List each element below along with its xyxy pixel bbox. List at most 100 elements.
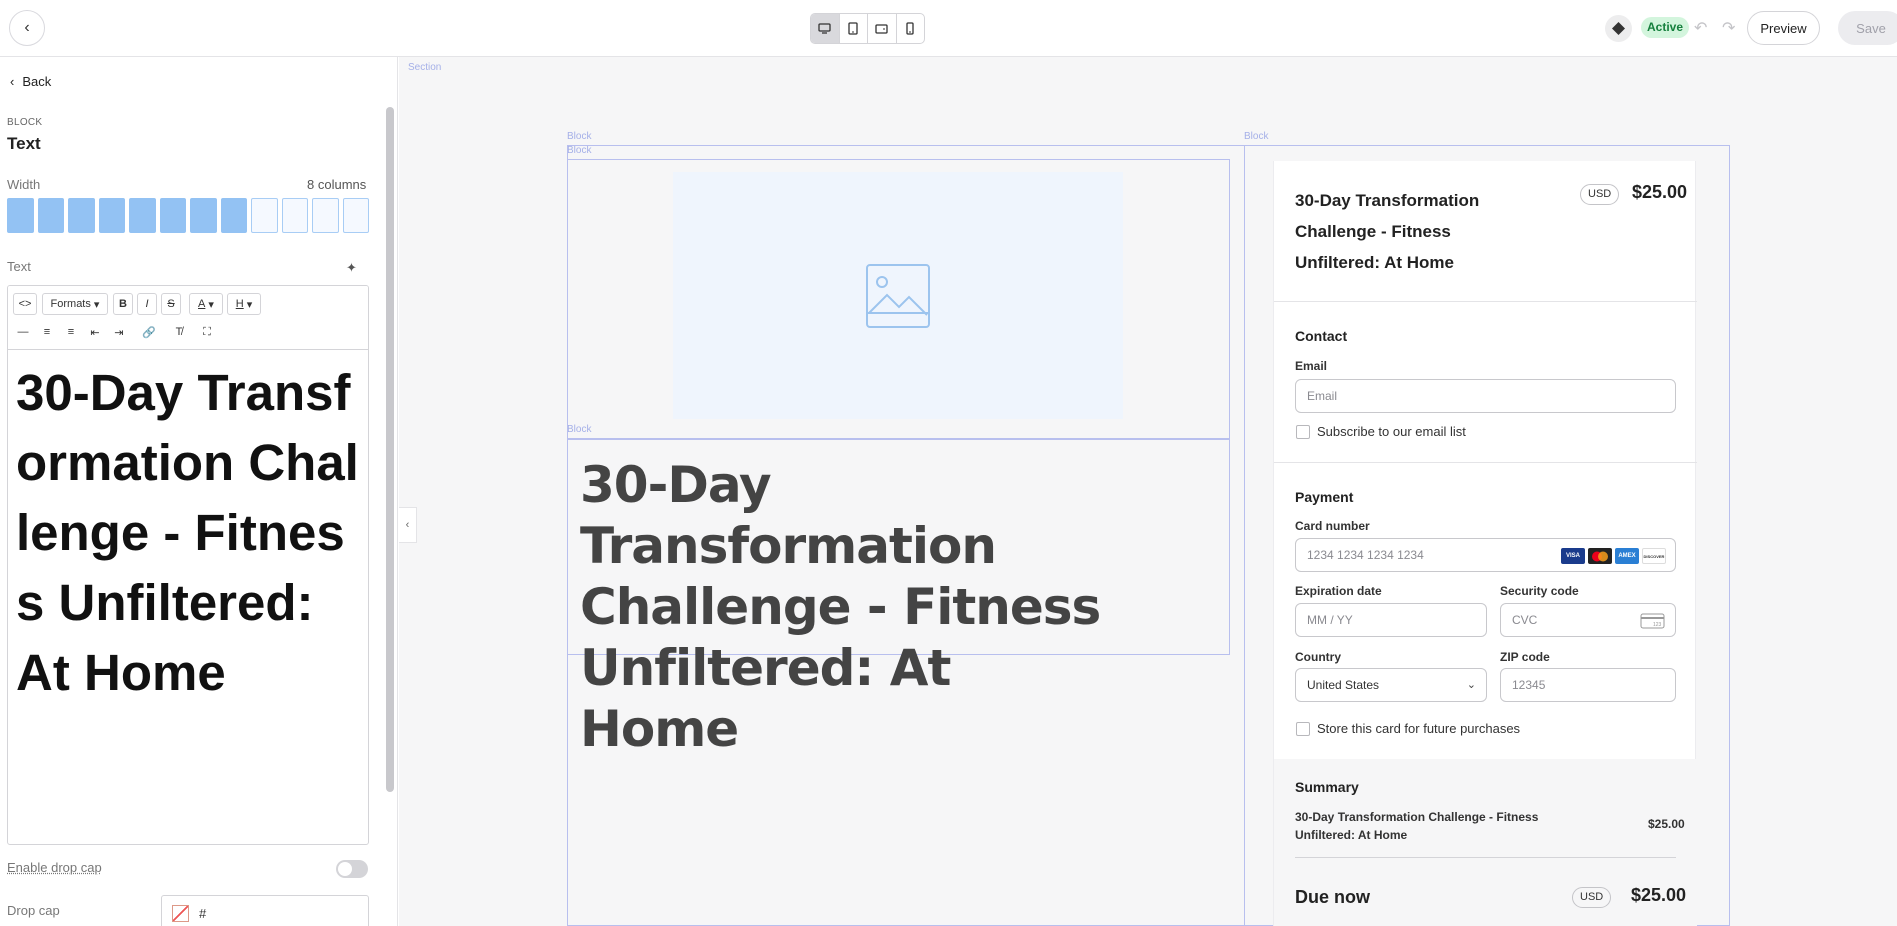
- tablet-icon: [848, 22, 858, 35]
- desktop-icon: [818, 23, 831, 34]
- card-number-field[interactable]: 1234 1234 1234 1234 VISA AMEX DISCOVER: [1295, 538, 1676, 572]
- country-select[interactable]: United States ⌄: [1295, 668, 1487, 702]
- back-label: Back: [22, 74, 52, 89]
- text-color-icon[interactable]: A ▾: [189, 293, 223, 315]
- column-cell[interactable]: [129, 198, 156, 233]
- svg-text:123: 123: [1653, 622, 1662, 628]
- section-tag: Section: [408, 62, 442, 73]
- summary-item-price: $25.00: [1648, 817, 1685, 831]
- chevron-left-icon: ‹: [24, 19, 30, 36]
- indent-icon[interactable]: ⇥: [109, 321, 129, 343]
- column-cell[interactable]: [190, 198, 217, 233]
- horizontal-rule-icon[interactable]: —: [13, 321, 33, 343]
- source-code-icon[interactable]: <>: [13, 293, 37, 315]
- editor-toolbar: <> Formats ▾ B I S A ▾ H ▾ — ≡ ≡ ⇤ ⇥ 🔗 T…: [8, 286, 368, 350]
- formats-dropdown[interactable]: Formats ▾: [42, 293, 108, 315]
- column-cell[interactable]: [281, 198, 308, 233]
- column-cell[interactable]: [159, 198, 186, 233]
- drop-cap-color-input[interactable]: #: [161, 895, 369, 926]
- expiration-field[interactable]: MM / YY: [1295, 603, 1487, 637]
- column-cell[interactable]: [7, 198, 34, 233]
- rich-text-editor[interactable]: <> Formats ▾ B I S A ▾ H ▾ — ≡ ≡ ⇤ ⇥ 🔗 T…: [7, 285, 369, 845]
- column-cell[interactable]: [342, 198, 369, 233]
- block-tag: Block: [1244, 131, 1269, 142]
- store-card-label: Store this card for future purchases: [1317, 721, 1521, 736]
- bold-icon[interactable]: B: [113, 293, 133, 315]
- chevron-down-icon: ⌄: [1466, 679, 1476, 691]
- security-code-placeholder: CVC: [1512, 613, 1538, 627]
- subscribe-checkbox[interactable]: [1296, 425, 1310, 439]
- chevron-left-icon: ‹: [405, 519, 410, 531]
- fullscreen-icon[interactable]: ⛶: [197, 321, 217, 343]
- column-cell[interactable]: [251, 198, 278, 233]
- save-button[interactable]: Save: [1838, 11, 1897, 45]
- column-cell[interactable]: [68, 198, 95, 233]
- top-bar: ‹ Active ↶ ↷ Preview Save: [0, 0, 1897, 57]
- block-title: Text: [7, 134, 41, 153]
- formats-label: Formats: [50, 298, 91, 310]
- due-price: $25.00: [1631, 885, 1687, 905]
- redo-icon[interactable]: ↷: [1722, 18, 1735, 38]
- checkout-form: 30-Day Transformation Challenge - Fitnes…: [1273, 161, 1697, 926]
- outdent-icon[interactable]: ⇤: [85, 321, 105, 343]
- email-field[interactable]: Email: [1295, 379, 1676, 413]
- payment-heading: Payment: [1295, 489, 1354, 505]
- mobile-view-button[interactable]: [897, 14, 925, 43]
- drop-cap-value: #: [199, 905, 207, 921]
- text-label: Text: [7, 259, 31, 274]
- due-currency-badge: USD: [1572, 887, 1612, 908]
- image-placeholder[interactable]: [673, 172, 1123, 419]
- editor-content[interactable]: 30-Day Transformation Challenge - Fitnes…: [8, 350, 368, 716]
- columns-count: 8 columns: [307, 177, 367, 192]
- column-cell[interactable]: [98, 198, 125, 233]
- column-cell[interactable]: [37, 198, 64, 233]
- summary-heading: Summary: [1295, 779, 1359, 795]
- tablet-landscape-icon: [875, 23, 888, 34]
- mastercard-icon: [1588, 548, 1612, 564]
- zip-field[interactable]: 12345: [1500, 668, 1676, 702]
- magic-wand-icon[interactable]: ✦: [346, 260, 357, 276]
- drop-cap-toggle-label: Enable drop cap: [7, 860, 102, 875]
- numbered-list-icon[interactable]: ≡: [61, 321, 81, 343]
- product-price: $25.00: [1632, 182, 1688, 202]
- summary-item: 30-Day Transformation Challenge - Fitnes…: [1295, 810, 1539, 842]
- italic-icon[interactable]: I: [137, 293, 157, 315]
- settings-sidebar: ‹ Back BLOCK Text Width 8 columns Text ✦ …: [0, 57, 398, 926]
- brand-logo-icon[interactable]: [1605, 15, 1632, 42]
- visa-icon: VISA: [1561, 548, 1585, 564]
- tablet-view-button[interactable]: [840, 14, 868, 43]
- link-icon[interactable]: 🔗: [139, 321, 159, 343]
- column-cell[interactable]: [312, 198, 339, 233]
- security-code-field[interactable]: CVC 123: [1500, 603, 1676, 637]
- divider: [1274, 301, 1697, 302]
- column-width-selector[interactable]: [7, 198, 369, 233]
- clear-formatting-icon[interactable]: T̸: [169, 321, 189, 343]
- column-cell[interactable]: [220, 198, 247, 233]
- collapse-sidebar-button[interactable]: ‹: [399, 507, 417, 543]
- page-heading[interactable]: 30-Day Transformation Challenge - Fitnes…: [580, 455, 1120, 760]
- store-card-checkbox[interactable]: [1296, 722, 1310, 736]
- preview-button[interactable]: Preview: [1747, 11, 1820, 45]
- card-number-placeholder: 1234 1234 1234 1234: [1307, 548, 1424, 562]
- page-canvas: Section ‹ Block Block Block Block 30-Day…: [399, 57, 1897, 926]
- drop-cap-label: Drop cap: [7, 903, 60, 918]
- sidebar-scrollbar[interactable]: [386, 107, 394, 792]
- drop-cap-toggle[interactable]: [336, 860, 368, 878]
- bullet-list-icon[interactable]: ≡: [37, 321, 57, 343]
- cvc-card-icon: 123: [1640, 613, 1665, 629]
- undo-icon[interactable]: ↶: [1694, 18, 1707, 38]
- block-caption: BLOCK: [7, 117, 43, 128]
- highlight-color-icon[interactable]: H ▾: [227, 293, 261, 315]
- back-link[interactable]: ‹ Back: [10, 74, 51, 89]
- expiration-label: Expiration date: [1295, 584, 1382, 598]
- desktop-view-button[interactable]: [811, 14, 840, 43]
- product-title: 30-Day Transformation Challenge - Fitnes…: [1295, 191, 1480, 272]
- country-label: Country: [1295, 650, 1341, 664]
- order-summary: Summary 30-Day Transformation Challenge …: [1274, 759, 1697, 926]
- tablet-landscape-view-button[interactable]: [868, 14, 897, 43]
- color-swatch-icon[interactable]: [172, 904, 189, 922]
- back-circle-button[interactable]: ‹: [9, 10, 45, 46]
- status-badge: Active: [1641, 17, 1690, 38]
- strikethrough-icon[interactable]: S: [161, 293, 181, 315]
- zip-label: ZIP code: [1500, 650, 1550, 664]
